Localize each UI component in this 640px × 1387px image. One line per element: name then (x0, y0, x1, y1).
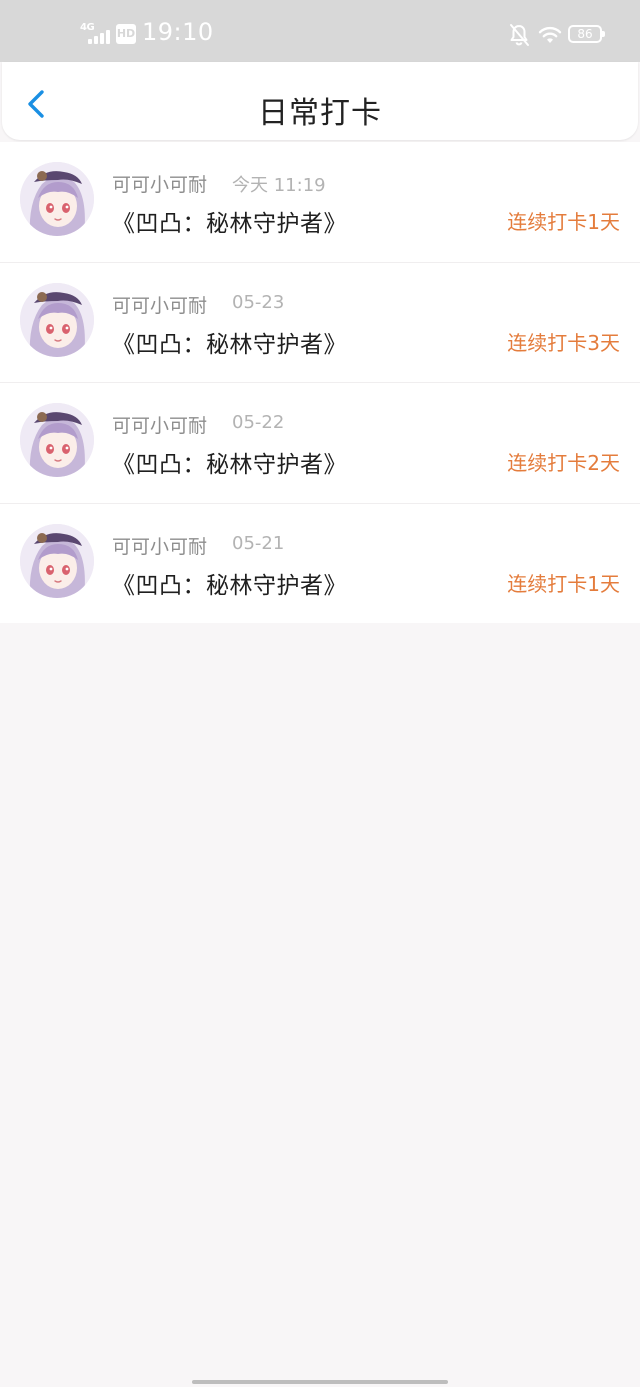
signal-bars-icon: 4G (80, 22, 114, 46)
streak-label: 连续打卡1天 (507, 571, 620, 596)
game-title[interactable]: 《凹凸：秘林守护者》 (112, 445, 347, 479)
checkin-item[interactable]: 可可小可耐 05-21 《凹凸：秘林守护者》 连续打卡1天 (0, 504, 640, 624)
checkin-list: 可可小可耐 今天 11:19 《凹凸：秘林守护者》 连续打卡1天 可可小可耐 0… (0, 142, 640, 623)
bell-mute-icon (510, 24, 529, 46)
wifi-icon (538, 26, 562, 43)
user-name: 可可小可耐 (112, 535, 208, 558)
avatar[interactable] (20, 403, 94, 477)
avatar[interactable] (20, 282, 94, 357)
status-bar: 4G HD 19:10 86 (0, 0, 640, 62)
checkin-time: 05-22 (232, 412, 285, 433)
game-title[interactable]: 《凹凸：秘林守护者》 (112, 566, 347, 600)
checkin-time: 05-23 (232, 291, 285, 313)
game-title[interactable]: 《凹凸：秘林守护者》 (112, 204, 347, 238)
page-title: 日常打卡 (258, 96, 382, 131)
user-name: 可可小可耐 (112, 294, 208, 317)
game-title[interactable]: 《凹凸：秘林守护者》 (112, 325, 347, 359)
home-indicator[interactable] (192, 1380, 448, 1384)
checkin-item[interactable]: 可可小可耐 05-23 《凹凸：秘林守护者》 连续打卡3天 (0, 263, 640, 383)
checkin-item[interactable]: 可可小可耐 今天 11:19 《凹凸：秘林守护者》 连续打卡1天 (0, 142, 640, 263)
streak-label: 连续打卡3天 (507, 330, 620, 355)
streak-label: 连续打卡1天 (507, 210, 620, 234)
status-time: 19:10 (142, 18, 214, 46)
header-bar: 日常打卡 (2, 62, 638, 140)
battery-icon: 86 (568, 25, 605, 43)
hd-icon: HD (116, 24, 136, 44)
checkin-time: 05-21 (232, 532, 285, 554)
checkin-item[interactable]: 可可小可耐 05-22 《凹凸：秘林守护者》 连续打卡2天 (0, 383, 640, 504)
user-name: 可可小可耐 (112, 415, 208, 437)
checkin-time: 今天 11:19 (232, 175, 326, 196)
streak-label: 连续打卡2天 (507, 451, 620, 475)
avatar[interactable] (20, 162, 94, 236)
user-name: 可可小可耐 (112, 174, 208, 196)
avatar[interactable] (20, 523, 94, 598)
